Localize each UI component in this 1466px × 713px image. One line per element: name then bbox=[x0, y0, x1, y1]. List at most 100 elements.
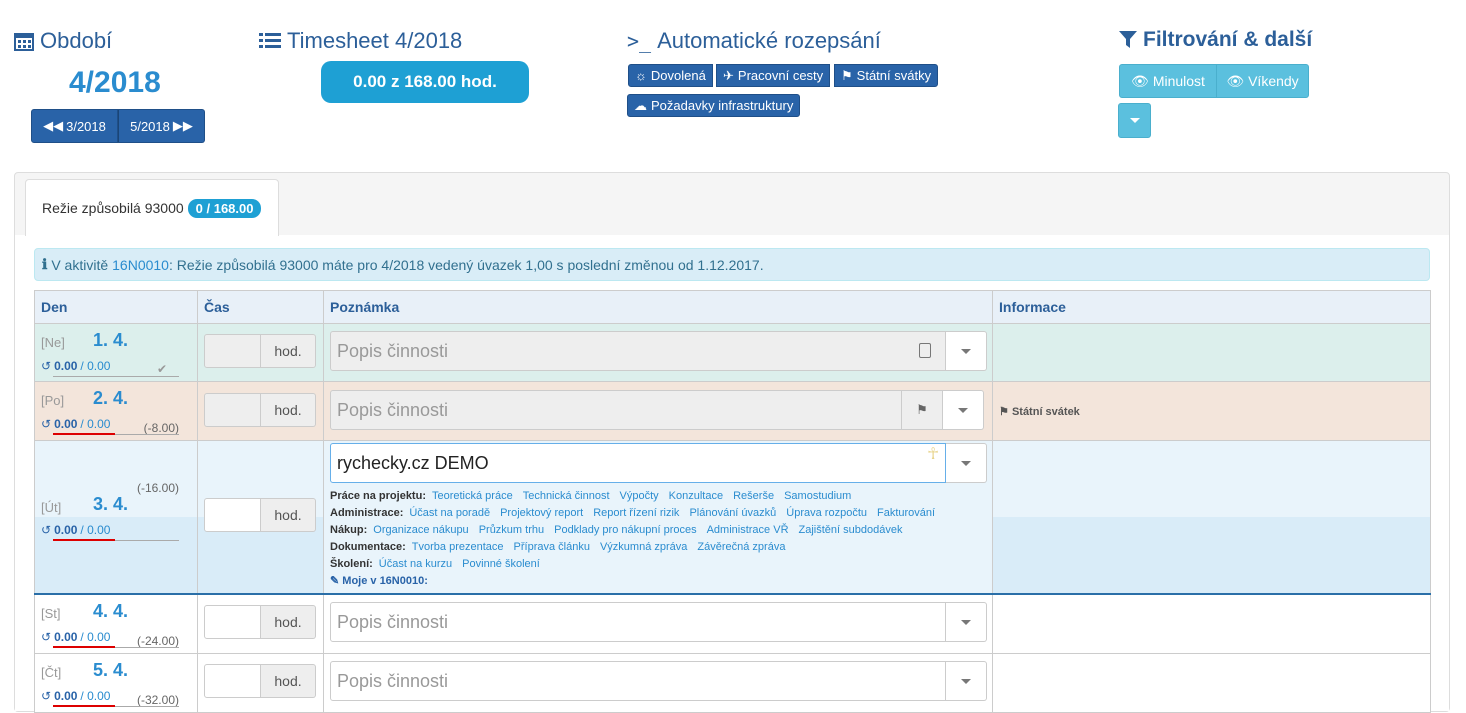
underline-mark bbox=[53, 705, 115, 707]
time-input-group: hod. bbox=[204, 664, 316, 698]
quick-item[interactable]: Účast na poradě bbox=[409, 507, 490, 519]
hours-diff: (-24.00) bbox=[136, 634, 179, 648]
note-dropdown-button[interactable] bbox=[946, 602, 987, 642]
time-input-group: hod. bbox=[204, 393, 316, 427]
quick-item[interactable]: Administrace VŘ bbox=[707, 524, 789, 536]
quick-item[interactable]: Technická činnost bbox=[523, 490, 610, 502]
tab-activity[interactable]: Režie způsobilá 93000 0 / 168.00 bbox=[25, 179, 279, 236]
note-input[interactable]: Popis činnosti bbox=[330, 661, 946, 701]
weekend-toggle-button[interactable]: 👁 Víkendy bbox=[1216, 64, 1309, 98]
note-input-group: Popis činnosti bbox=[330, 331, 987, 371]
timesheet-total: 0.00 z 168.00 hod. bbox=[321, 61, 529, 103]
note-dropdown-button[interactable] bbox=[943, 390, 984, 430]
note-input-group: Popis činnosti ⚑ bbox=[330, 390, 984, 430]
business-trips-button[interactable]: ✈ Pracovní cesty bbox=[716, 64, 831, 87]
auto-heading: >_ Automatické rozepsání bbox=[627, 28, 881, 54]
flag-icon: ⚑ bbox=[916, 402, 928, 417]
time-input[interactable] bbox=[204, 498, 261, 532]
quick-item[interactable]: Příprava článku bbox=[514, 541, 590, 553]
progress-line bbox=[115, 540, 179, 541]
note-dropdown-button[interactable] bbox=[946, 443, 987, 483]
table-row: [Čt] 5. 4. ↺ 0.00/ 0.00 (-32.00) hod. Pop bbox=[34, 653, 1431, 713]
underline-mark bbox=[53, 433, 115, 435]
quick-item[interactable]: Plánování úvazků bbox=[689, 507, 776, 519]
note-input[interactable]: Popis činnosti bbox=[330, 390, 902, 430]
alert-activity-link[interactable]: 16N0010 bbox=[112, 257, 169, 273]
quick-item[interactable]: Závěrečná zpráva bbox=[697, 541, 785, 553]
quick-item[interactable]: Výzkumná zpráva bbox=[600, 541, 687, 553]
quick-category: Práce na projektu: bbox=[330, 490, 426, 502]
next-period-button[interactable]: 5/2018 ▶▶ bbox=[118, 109, 205, 143]
infrastructure-button[interactable]: ☁ Požadavky infrastruktury bbox=[627, 94, 801, 117]
current-period: 4/2018 bbox=[69, 66, 161, 99]
info-cell bbox=[992, 653, 1431, 713]
day-date[interactable]: 1. 4. bbox=[93, 330, 128, 351]
progress-line bbox=[115, 706, 179, 707]
day-date[interactable]: 5. 4. bbox=[93, 660, 128, 681]
caret-down-icon bbox=[958, 407, 968, 413]
progress-line bbox=[53, 376, 179, 377]
note-input[interactable]: rychecky.cz DEMO ☥ bbox=[330, 443, 946, 483]
day-name: [Po] bbox=[41, 393, 65, 408]
history-icon: ↺ bbox=[41, 630, 52, 644]
day-summary: ↺ 0.00/ 0.00 bbox=[41, 359, 110, 373]
quick-my-activities[interactable]: ✎ Moje v 16N0010: bbox=[330, 573, 945, 590]
past-toggle-button[interactable]: 👁 Minulost bbox=[1119, 64, 1217, 98]
quick-group-nakup: Nákup: Organizace nákupu Průzkum trhu Podkl… bbox=[330, 522, 945, 539]
quick-activities: Práce na projektu: Teoretická práce Techni… bbox=[330, 488, 945, 590]
prev-period-button[interactable]: ◀◀ 3/2018 bbox=[31, 109, 118, 143]
note-dropdown-button[interactable] bbox=[946, 661, 987, 701]
quick-item[interactable]: Samostudium bbox=[784, 490, 851, 502]
period-title: Období bbox=[40, 28, 113, 53]
time-input[interactable] bbox=[204, 664, 261, 698]
quick-item[interactable]: Projektový report bbox=[500, 507, 583, 519]
eye-slash-icon: 👁 bbox=[1226, 72, 1245, 89]
quick-item[interactable]: Fakturování bbox=[877, 507, 935, 519]
quick-item[interactable]: Konzultace bbox=[669, 490, 723, 502]
day-date[interactable]: 3. 4. bbox=[93, 494, 128, 515]
holidays-button[interactable]: ⚑ Státní svátky bbox=[834, 64, 939, 87]
list-icon bbox=[259, 33, 281, 48]
quick-item[interactable]: Zajištění subdodávek bbox=[799, 524, 903, 536]
quick-item[interactable]: Rešerše bbox=[733, 490, 774, 502]
day-date[interactable]: 4. 4. bbox=[93, 601, 128, 622]
note-input-group: Popis činnosti bbox=[330, 661, 987, 701]
quick-item[interactable]: Teoretická práce bbox=[432, 490, 513, 502]
day-cell: [Čt] 5. 4. ↺ 0.00/ 0.00 (-32.00) bbox=[34, 653, 198, 713]
time-input[interactable] bbox=[204, 334, 261, 368]
quick-item[interactable]: Povinné školení bbox=[462, 558, 540, 570]
tab-label: Režie způsobilá 93000 bbox=[42, 200, 184, 216]
vacation-button[interactable]: ☼ Dovolená bbox=[628, 64, 713, 87]
time-input[interactable] bbox=[204, 605, 261, 639]
day-summary: ↺ 0.00/ 0.00 bbox=[41, 417, 110, 431]
holiday-flag-button[interactable]: ⚑ bbox=[902, 390, 943, 430]
history-icon: ↺ bbox=[41, 689, 52, 703]
prev-period-label: 3/2018 bbox=[66, 118, 106, 134]
quick-category: Nákup: bbox=[330, 524, 368, 536]
quick-item[interactable]: Výpočty bbox=[620, 490, 659, 502]
time-input[interactable] bbox=[204, 393, 261, 427]
caret-down-icon bbox=[961, 348, 971, 354]
day-name: [Ne] bbox=[41, 335, 65, 350]
quick-item[interactable]: Podklady pro nákupní proces bbox=[554, 524, 696, 536]
note-dropdown-button[interactable] bbox=[946, 331, 987, 371]
day-date[interactable]: 2. 4. bbox=[93, 388, 128, 409]
tab-badge: 0 / 168.00 bbox=[187, 198, 262, 218]
quick-item[interactable]: Tvorba prezentace bbox=[412, 541, 504, 553]
backward-icon: ◀◀ bbox=[43, 118, 64, 133]
note-input[interactable]: Popis činnosti bbox=[330, 331, 946, 371]
time-cell: hod. bbox=[197, 440, 324, 595]
quick-item[interactable]: Průzkum trhu bbox=[479, 524, 544, 536]
quick-item[interactable]: Účast na kurzu bbox=[379, 558, 452, 570]
history-icon: ↺ bbox=[41, 417, 52, 431]
note-input[interactable]: Popis činnosti bbox=[330, 602, 946, 642]
quick-item[interactable]: Úprava rozpočtu bbox=[786, 507, 867, 519]
quick-item[interactable]: Report řízení rizik bbox=[593, 507, 679, 519]
quick-group-projekt: Práce na projektu: Teoretická práce Techni… bbox=[330, 488, 945, 505]
info-lower-band bbox=[993, 517, 1430, 593]
time-input-group: hod. bbox=[204, 605, 316, 639]
total-hours: / 0.00 bbox=[80, 359, 111, 373]
table-row: [St] 4. 4. ↺ 0.00/ 0.00 (-24.00) hod. Pop bbox=[34, 593, 1431, 654]
quick-item[interactable]: Organizace nákupu bbox=[373, 524, 468, 536]
more-options-button[interactable] bbox=[1118, 103, 1151, 138]
